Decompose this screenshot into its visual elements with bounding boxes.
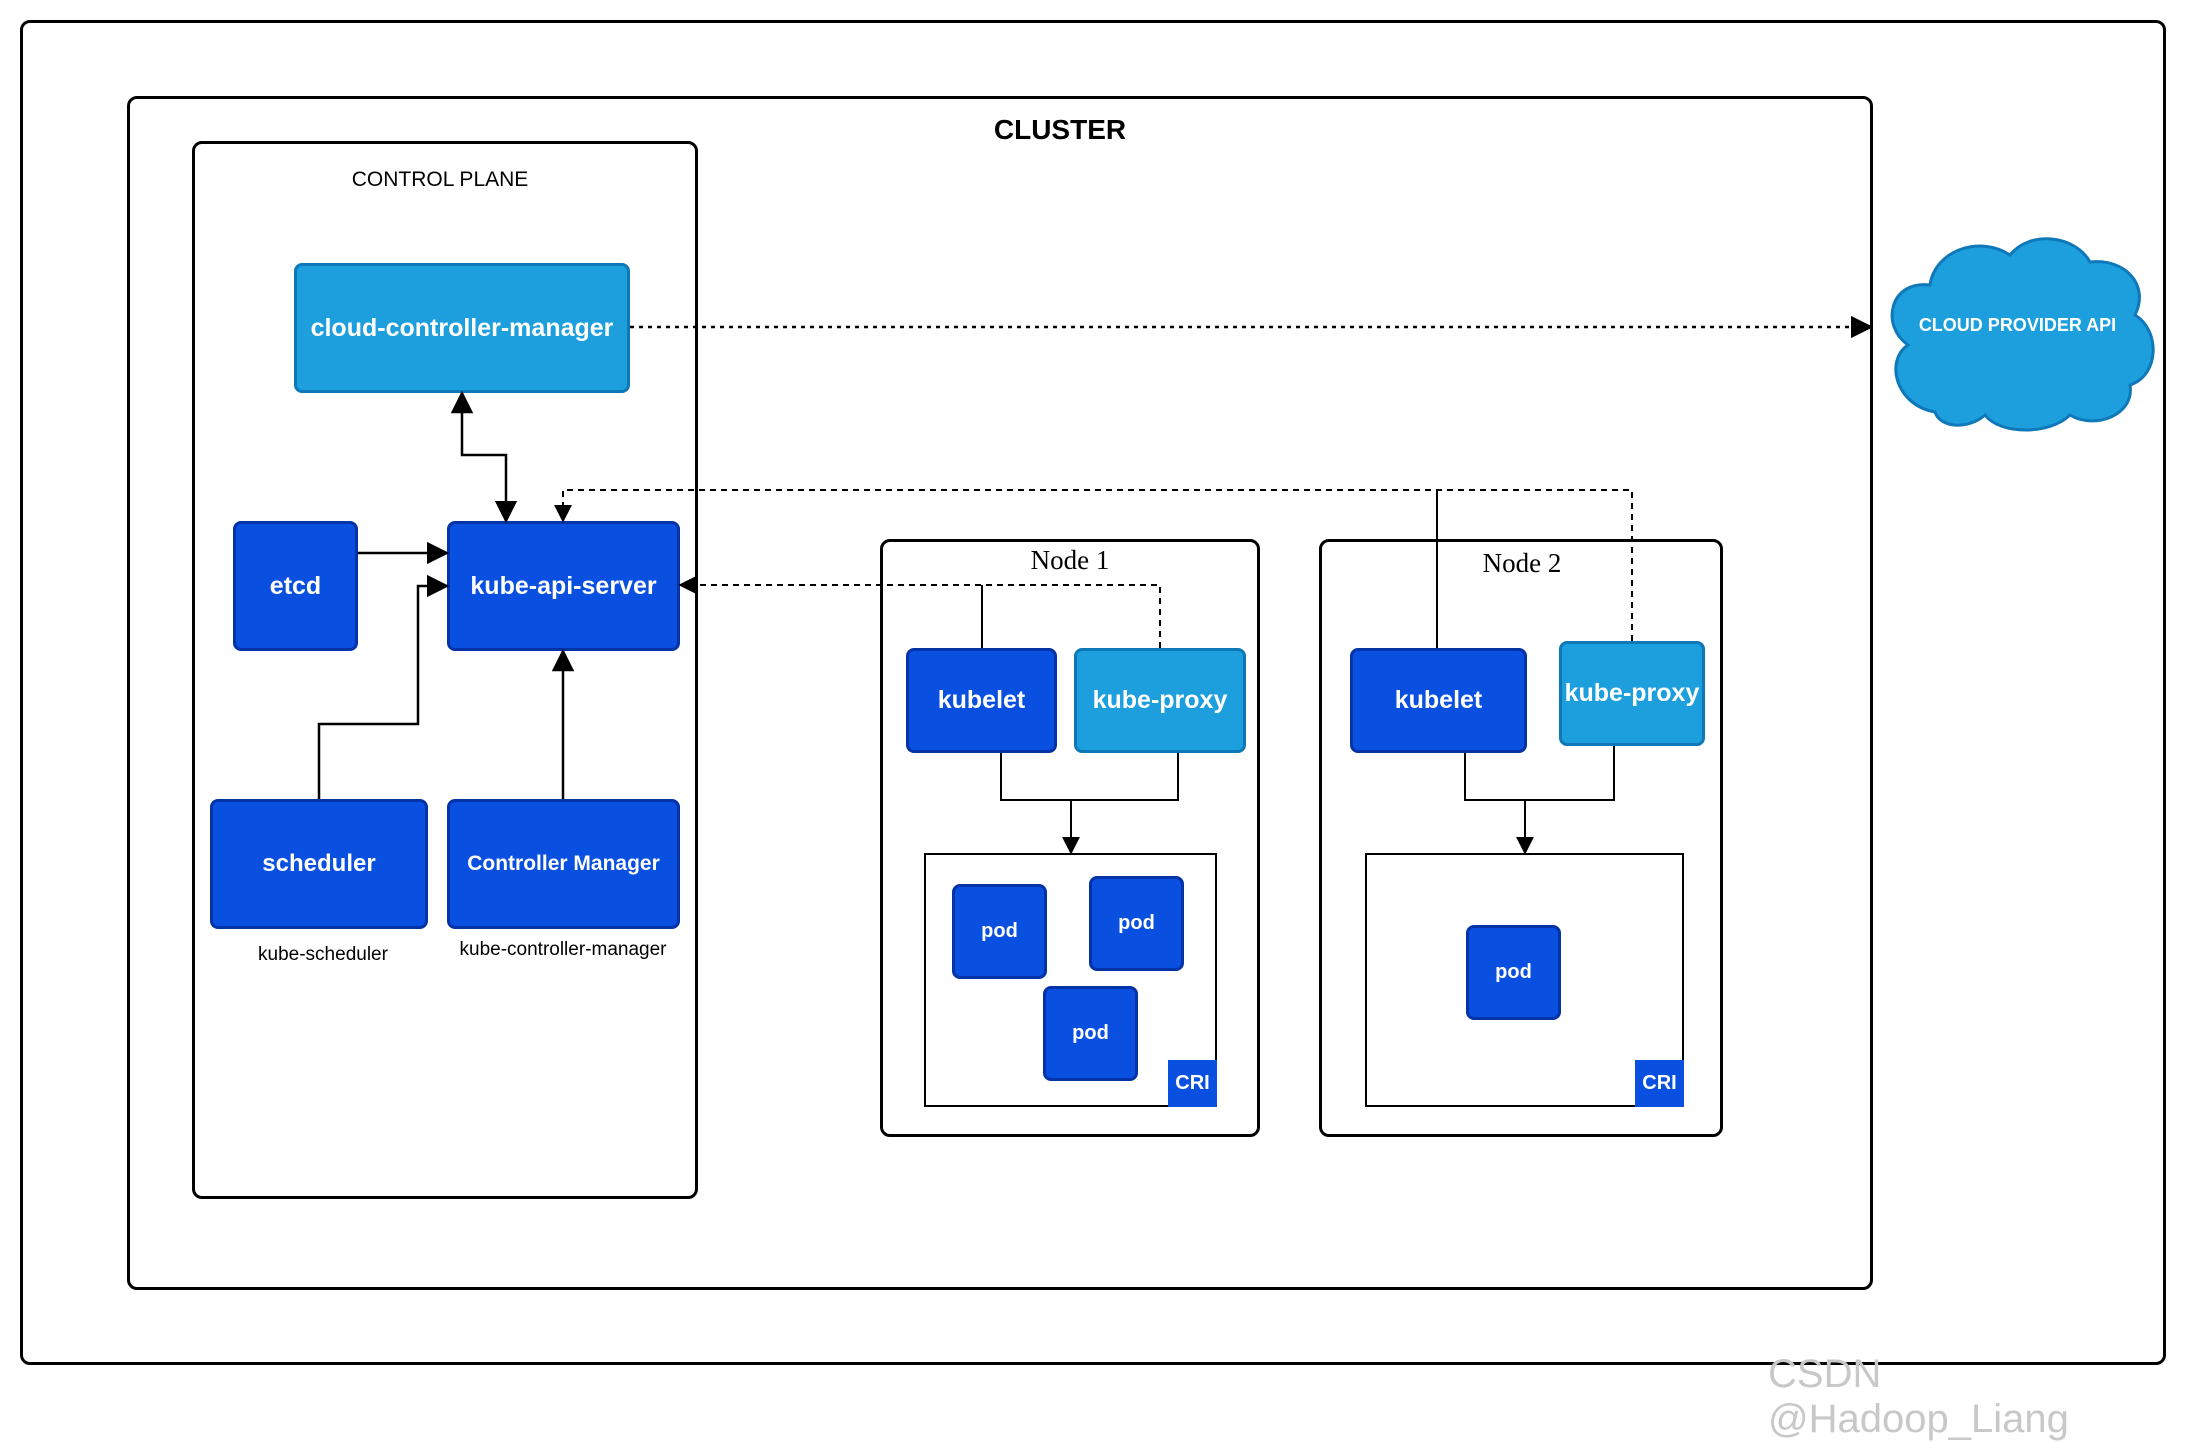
ccm-api-connector bbox=[450, 390, 518, 524]
watermark: CSDN @Hadoop_Liang bbox=[1768, 1352, 2069, 1441]
scheduler-api-connector bbox=[317, 574, 450, 799]
node2-pod-connector bbox=[1464, 746, 1615, 801]
node2-proxy-api-connector bbox=[554, 489, 1633, 641]
connectors bbox=[317, 237, 2155, 855]
node1-proxy-api-connector bbox=[678, 576, 1161, 648]
cloud-provider-label: CLOUD PROVIDER API bbox=[1918, 315, 2117, 335]
node1-pod-connector bbox=[1000, 753, 1179, 853]
